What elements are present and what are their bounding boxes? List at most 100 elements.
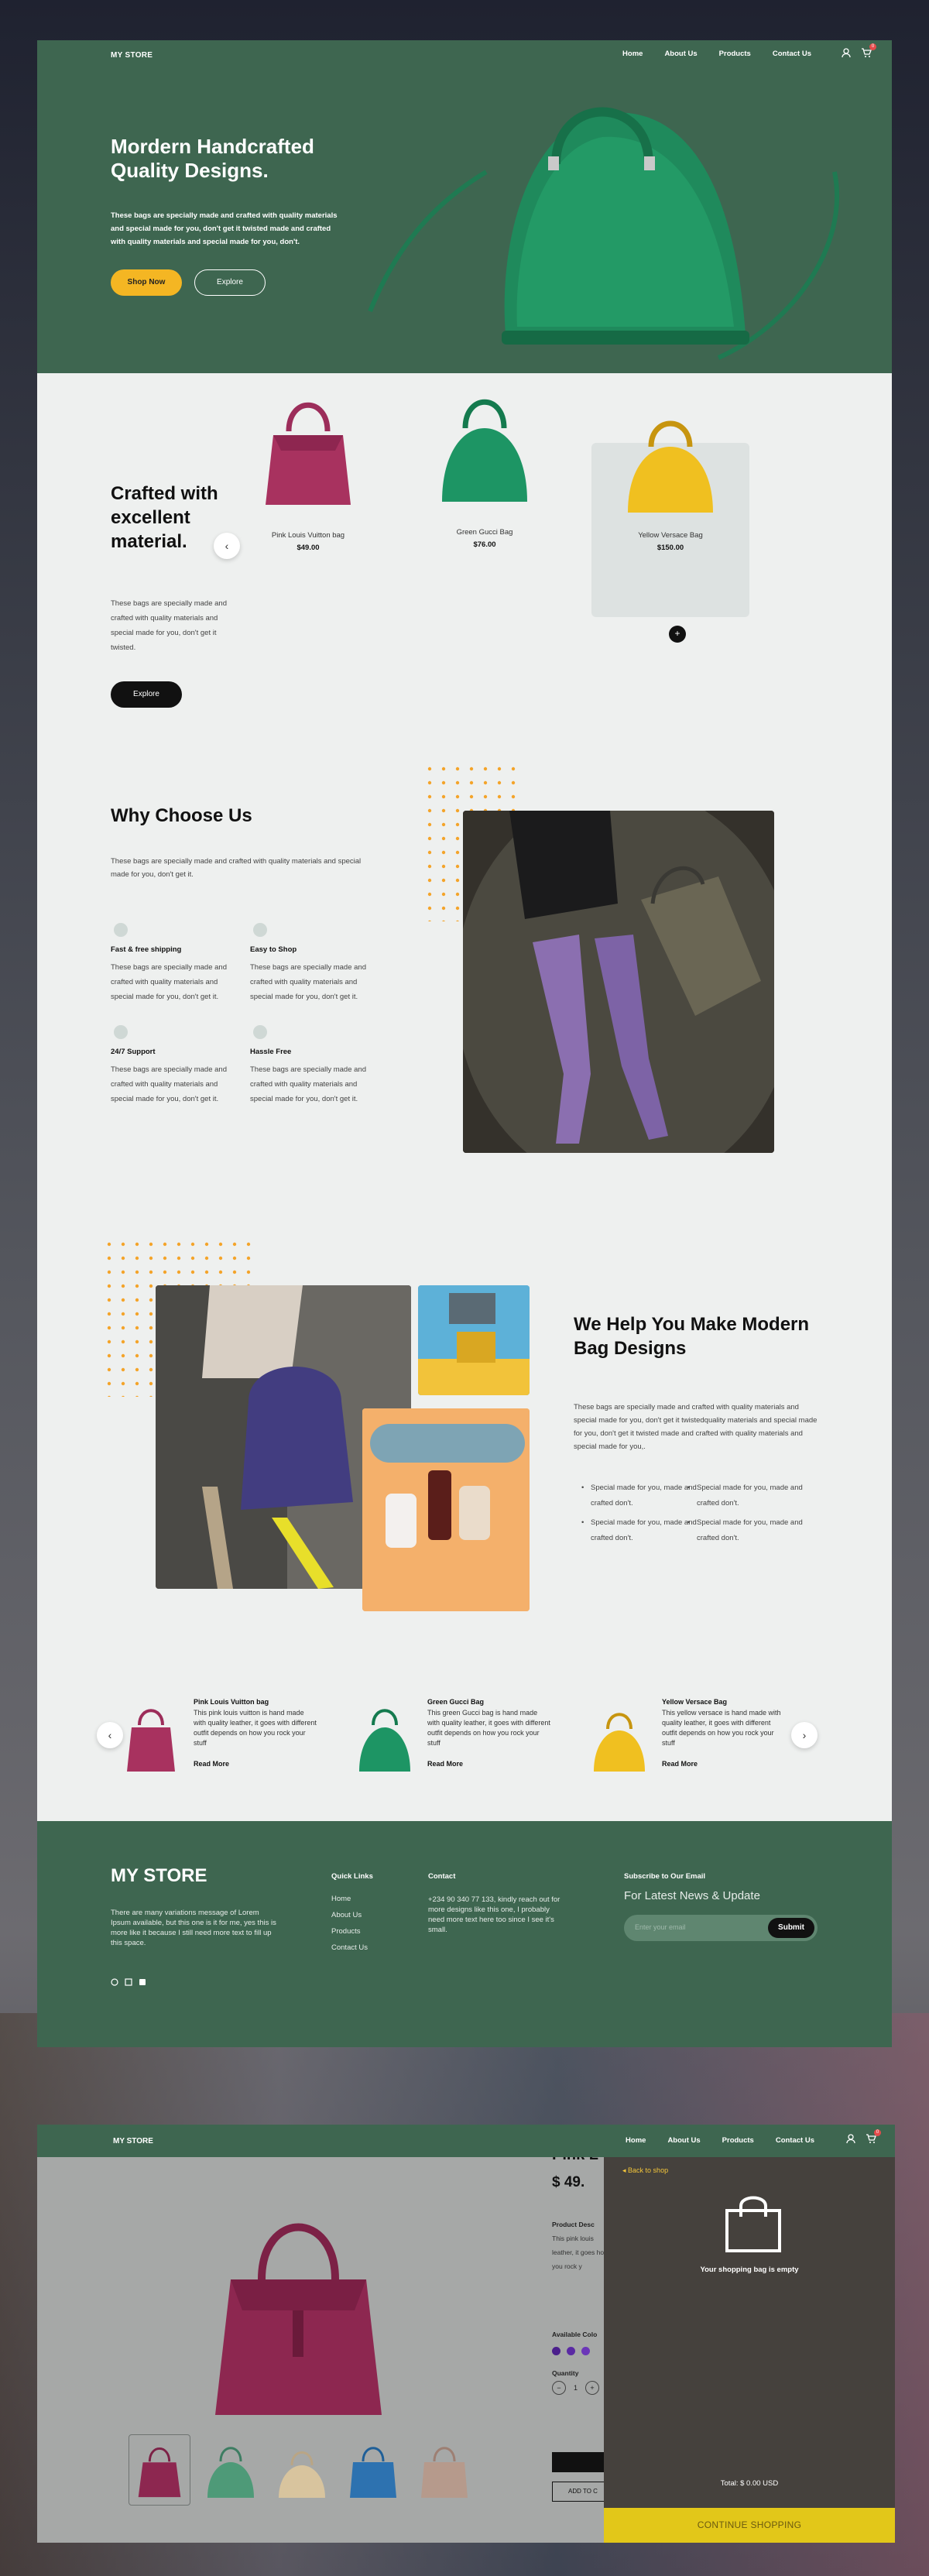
back-to-shop-link[interactable]: ◂ Back to shop: [622, 2166, 668, 2175]
nav-links: Home About Us Products Contact Us: [626, 2136, 814, 2145]
cart-icon[interactable]: 0: [866, 2129, 881, 2144]
nav-contact[interactable]: Contact Us: [776, 2136, 814, 2145]
add-to-cart-button[interactable]: +: [669, 626, 686, 643]
thumbnail-beige[interactable]: [271, 2434, 333, 2506]
back-label: Back to shop: [628, 2166, 669, 2174]
yellow-bag-image: [628, 420, 713, 513]
product-price: $76.00: [473, 540, 496, 549]
help-bullet: Special made for you, made and crafted d…: [581, 1515, 698, 1546]
brand-logo[interactable]: MY STORE: [111, 51, 153, 60]
pink-bag-image: [127, 1709, 175, 1772]
decrease-button[interactable]: −: [552, 2381, 566, 2395]
product-card[interactable]: Pink Louis Vuitton bag $49.00: [242, 389, 374, 552]
carousel-prev-button[interactable]: ‹: [214, 533, 240, 559]
chevron-left-icon: ‹: [108, 1729, 112, 1741]
increase-button[interactable]: +: [585, 2381, 600, 2395]
chevron-right-icon: ›: [802, 1729, 807, 1741]
thumbnail-tan[interactable]: [413, 2434, 475, 2506]
nav-products[interactable]: Products: [722, 2136, 754, 2145]
read-more-link[interactable]: Read More: [427, 1760, 463, 1768]
mini-next-button[interactable]: ›: [791, 1722, 818, 1748]
help-bullet: Special made for you, made and crafted d…: [581, 1480, 698, 1511]
product-card-active[interactable]: Yellow Versace Bag $150.00: [591, 389, 749, 617]
explore-button[interactable]: Explore: [194, 269, 266, 296]
cart-icon[interactable]: 0: [861, 43, 876, 58]
footer-link-about[interactable]: About Us: [331, 1911, 362, 1919]
hero-title: Mordern Handcrafted Quality Designs.: [111, 135, 314, 182]
quantity-label: Quantity: [552, 2369, 579, 2377]
mini-desc: This pink louis vuitton is hand made wit…: [194, 1709, 317, 1747]
product-price: $150.00: [656, 544, 684, 552]
submit-button[interactable]: Submit: [768, 1918, 814, 1938]
feature-support: 24/7 Support These bags are specially ma…: [111, 1025, 238, 1106]
footer-link-home[interactable]: Home: [331, 1895, 351, 1903]
help-bullet: Special made for you, made and crafted d…: [687, 1515, 804, 1546]
footer: MY STORE There are many variations messa…: [37, 1821, 892, 2047]
chevron-left-icon: ‹: [225, 540, 229, 552]
navbar: MY STORE Home About Us Products Contact …: [37, 2125, 895, 2157]
github-icon[interactable]: [111, 1976, 118, 1986]
feature-shipping: Fast & free shipping These bags are spec…: [111, 923, 238, 1004]
mini-title: Yellow Versace Bag: [662, 1698, 728, 1706]
social-links: [111, 1976, 146, 1986]
shop-now-button[interactable]: Shop Now: [111, 269, 182, 296]
cart-badge: 0: [869, 43, 876, 50]
thumbnail-green[interactable]: [200, 2434, 262, 2506]
green-bag-image: [442, 399, 527, 502]
feature-easy-shop: Easy to Shop These bags are specially ma…: [250, 923, 378, 1004]
mini-product-card[interactable]: Pink Louis Vuitton bag This pink louis v…: [116, 1698, 317, 1783]
color-swatch[interactable]: [567, 2347, 575, 2355]
product-name: Yellow Versace Bag: [638, 531, 703, 540]
nav-about[interactable]: About Us: [664, 50, 697, 58]
cart-drawer: ◂ Back to shop Your shopping bag is empt…: [604, 2157, 895, 2543]
feature-icon: [253, 1025, 267, 1039]
email-input[interactable]: Enter your email Submit: [624, 1915, 818, 1941]
user-icon[interactable]: [841, 47, 852, 58]
color-swatch[interactable]: [581, 2347, 590, 2355]
cart-total: Total: $ 0.00 USD: [720, 2479, 779, 2488]
read-more-link[interactable]: Read More: [194, 1760, 229, 1768]
footer-about: There are many variations message of Lor…: [111, 1909, 276, 1947]
navbar: MY STORE Home About Us Products Contact …: [37, 40, 892, 71]
cart-badge: 0: [874, 2129, 881, 2136]
thumbnail-blue[interactable]: [342, 2434, 404, 2506]
mini-product-card[interactable]: Green Gucci Bag This green Gucci bag is …: [350, 1698, 551, 1783]
feature-icon: [253, 923, 267, 937]
product-detail-page: Pink L $ 49. Product Desc This pink loui…: [37, 2125, 895, 2543]
nav-icons: 0: [841, 43, 876, 58]
landing-page: MY STORE Home About Us Products Contact …: [37, 40, 892, 2047]
footer-link-contact[interactable]: Contact Us: [331, 1943, 368, 1952]
nav-products[interactable]: Products: [719, 50, 751, 58]
feature-icon: [114, 923, 128, 937]
nav-home[interactable]: Home: [626, 2136, 646, 2145]
hero-section: MY STORE Home About Us Products Contact …: [37, 40, 892, 373]
why-text: These bags are specially made and crafte…: [111, 857, 362, 879]
mini-desc: This yellow versace is hand made with qu…: [662, 1709, 781, 1747]
email-placeholder: Enter your email: [635, 1923, 686, 1931]
continue-shopping-button[interactable]: CONTINUE SHOPPING: [604, 2508, 895, 2543]
thumbnail-pink[interactable]: [129, 2434, 190, 2506]
feature-title: Hassle Free: [250, 1048, 292, 1056]
product-main-image: [215, 2223, 382, 2415]
read-more-link[interactable]: Read More: [662, 1760, 698, 1768]
product-card[interactable]: Green Gucci Bag $76.00: [419, 386, 550, 549]
footer-link-products[interactable]: Products: [331, 1927, 361, 1936]
nav-home[interactable]: Home: [622, 50, 643, 58]
twitter-icon[interactable]: [139, 1976, 146, 1985]
user-icon[interactable]: [845, 2133, 856, 2144]
help-bullet: Special made for you, made and crafted d…: [687, 1480, 804, 1511]
feature-title: Easy to Shop: [250, 945, 297, 954]
brand-logo[interactable]: MY STORE: [113, 2137, 153, 2146]
crafted-explore-button[interactable]: Explore: [111, 681, 182, 708]
nav-about[interactable]: About Us: [667, 2136, 700, 2145]
linkedin-icon[interactable]: [125, 1976, 132, 1986]
yellow-bag-photo: [418, 1285, 530, 1395]
colors-label: Available Colo: [552, 2331, 598, 2338]
color-swatch[interactable]: [552, 2347, 560, 2355]
mini-product-card[interactable]: Yellow Versace Bag This yellow versace i…: [584, 1698, 786, 1783]
feature-desc: These bags are specially made and crafte…: [111, 963, 227, 1001]
mini-title: Green Gucci Bag: [427, 1698, 485, 1706]
quantity-value: 1: [574, 2384, 578, 2392]
green-bag-image: [368, 107, 840, 360]
nav-contact[interactable]: Contact Us: [773, 50, 811, 58]
